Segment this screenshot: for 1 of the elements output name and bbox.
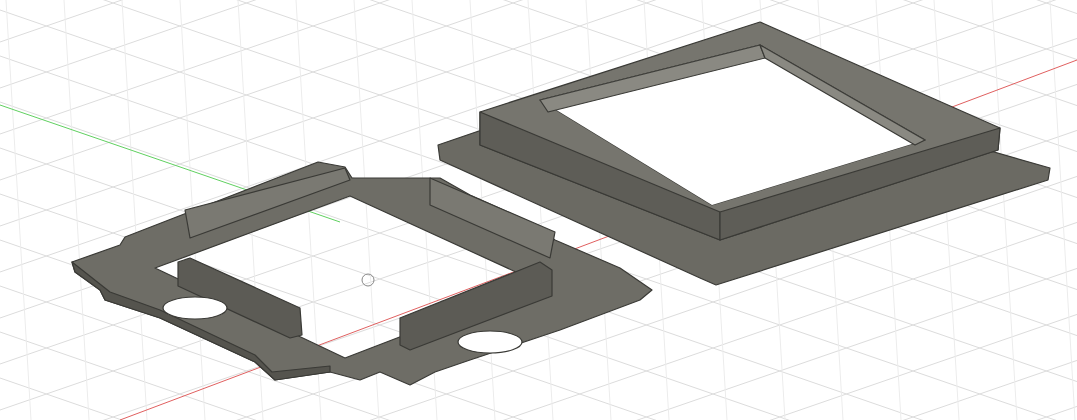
origin-icon — [361, 273, 375, 287]
